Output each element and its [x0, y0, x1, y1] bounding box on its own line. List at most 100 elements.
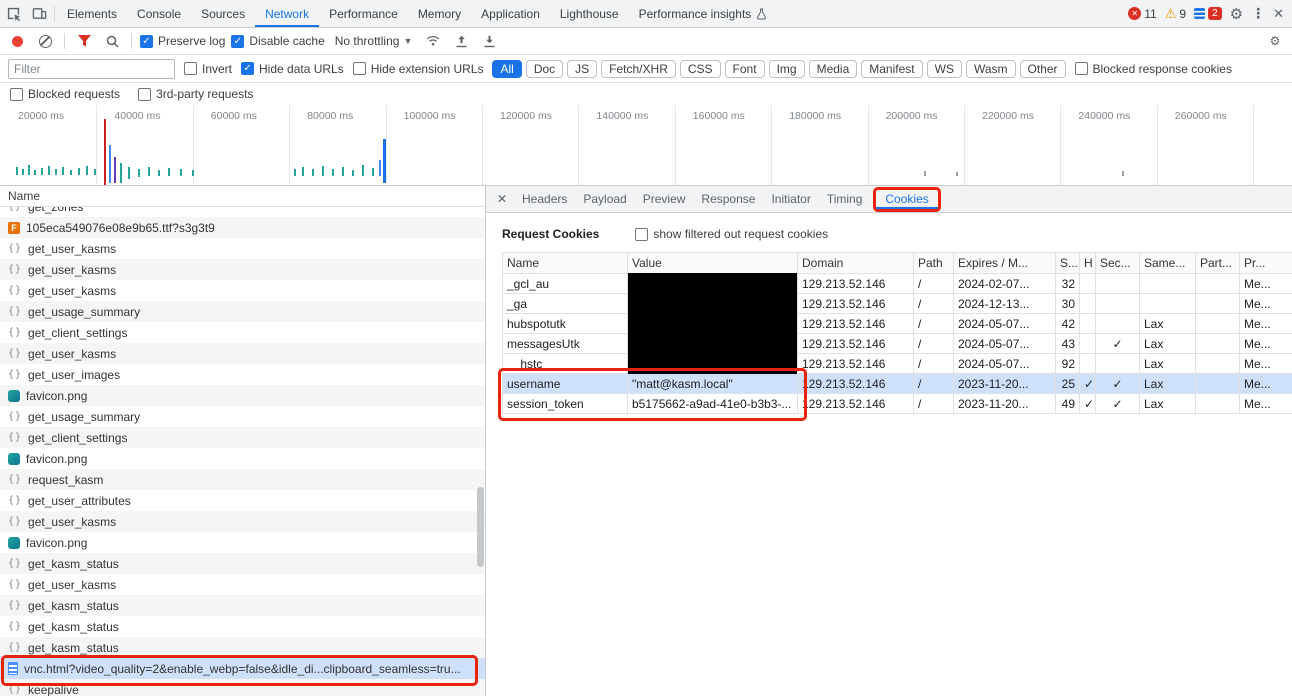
request-row[interactable]: F 105eca549076e08e9b65.ttf?s3g3t9: [0, 217, 485, 238]
hide-data-urls-checkbox[interactable]: Hide data URLs: [241, 62, 344, 76]
cookie-row[interactable]: hubspotutk 129.213.52.146/2024-05-07... 42…: [502, 313, 1292, 334]
cookie-column-header[interactable]: S...: [1055, 252, 1080, 274]
error-badge[interactable]: 11: [1128, 7, 1157, 21]
cookie-column-header[interactable]: Sec...: [1095, 252, 1140, 274]
close-devtools-icon[interactable]: ✕: [1273, 6, 1284, 22]
chip-media[interactable]: Media: [808, 59, 858, 78]
chip-font[interactable]: Font: [724, 59, 765, 78]
close-details-icon[interactable]: ✕: [490, 192, 514, 206]
request-row[interactable]: {} get_user_kasms: [0, 343, 485, 364]
network-settings-gear-icon[interactable]: ⚙: [1264, 30, 1286, 52]
request-row[interactable]: {} get_kasm_status: [0, 553, 485, 574]
clear-network-log-button[interactable]: [34, 30, 56, 52]
request-row[interactable]: {} get_usage_summary: [0, 301, 485, 322]
device-toolbar-icon[interactable]: [26, 0, 52, 27]
detail-tab-cookies[interactable]: Cookies: [876, 190, 937, 209]
blocked-response-cookies-checkbox[interactable]: Blocked response cookies: [1074, 62, 1232, 76]
request-row[interactable]: {} get_user_attributes: [0, 490, 485, 511]
cookie-column-header[interactable]: H: [1079, 252, 1096, 274]
chip-manifest[interactable]: Manifest: [861, 59, 923, 78]
show-filtered-cookies-checkbox[interactable]: show filtered out request cookies: [635, 227, 828, 241]
request-row[interactable]: {} get_usage_summary: [0, 406, 485, 427]
detail-tab-headers[interactable]: Headers: [514, 187, 575, 212]
cookie-column-header[interactable]: Part...: [1195, 252, 1240, 274]
cookie-row[interactable]: _gcl_au 129.213.52.146/2024-02-07... 32 Me.…: [502, 273, 1292, 294]
request-row[interactable]: {} get_client_settings: [0, 427, 485, 448]
tab-performance-insights[interactable]: Performance insights: [629, 1, 778, 27]
chip-wasm[interactable]: Wasm: [965, 59, 1016, 78]
tab-performance[interactable]: Performance: [319, 1, 408, 27]
request-row[interactable]: {} get_kasm_status: [0, 616, 485, 637]
settings-gear-icon[interactable]: ⚙: [1230, 5, 1243, 23]
request-row[interactable]: vnc.html?video_quality=2&enable_webp=fal…: [0, 658, 485, 679]
cookie-row[interactable]: _ga 129.213.52.146/2024-12-13... 30 Me...: [502, 293, 1292, 314]
detail-tab-preview[interactable]: Preview: [635, 187, 694, 212]
request-row[interactable]: favicon.png: [0, 385, 485, 406]
disable-cache-checkbox[interactable]: Disable cache: [231, 34, 325, 48]
request-row[interactable]: {} get_user_kasms: [0, 574, 485, 595]
chip-ws[interactable]: WS: [926, 59, 962, 78]
name-column-header[interactable]: Name: [0, 186, 485, 207]
chip-img[interactable]: Img: [768, 59, 805, 78]
cookie-column-header[interactable]: Pr...: [1239, 252, 1292, 274]
tab-lighthouse[interactable]: Lighthouse: [550, 1, 629, 27]
cookie-column-header[interactable]: Same...: [1139, 252, 1196, 274]
third-party-requests-checkbox[interactable]: 3rd-party requests: [138, 87, 253, 101]
request-row[interactable]: {} get_kasm_status: [0, 595, 485, 616]
filter-toggle-button[interactable]: [73, 30, 95, 52]
network-conditions-button[interactable]: [422, 30, 444, 52]
throttling-dropdown[interactable]: No throttling ▼: [331, 34, 417, 48]
detail-tab-response[interactable]: Response: [693, 187, 763, 212]
cookie-row[interactable]: session_token b5175662-a9ad-41e0-b3b3-...…: [502, 393, 1292, 414]
request-row[interactable]: favicon.png: [0, 448, 485, 469]
invert-checkbox[interactable]: Invert: [184, 62, 232, 76]
chip-doc[interactable]: Doc: [525, 59, 564, 78]
timeline-overview[interactable]: 20000 ms 40000 ms 60000 ms 80000 ms 100000 m…: [0, 105, 1292, 186]
request-row[interactable]: {} request_kasm: [0, 469, 485, 490]
request-row[interactable]: {} get_user_kasms: [0, 511, 485, 532]
request-row[interactable]: {} get_user_kasms: [0, 238, 485, 259]
request-row[interactable]: {} get_client_settings: [0, 322, 485, 343]
cookie-row[interactable]: __hstc 129.213.52.146/2024-05-07... 92 Lax M…: [502, 353, 1292, 374]
request-row[interactable]: {} keepalive: [0, 679, 485, 696]
filter-input[interactable]: [8, 58, 175, 79]
cookie-column-header[interactable]: Path: [913, 252, 954, 274]
tab-application[interactable]: Application: [471, 1, 550, 27]
tab-elements[interactable]: Elements: [57, 1, 127, 27]
request-row[interactable]: favicon.png: [0, 532, 485, 553]
chip-all[interactable]: All: [492, 59, 522, 78]
chip-other[interactable]: Other: [1019, 59, 1066, 78]
chip-css[interactable]: CSS: [679, 59, 721, 78]
preserve-log-checkbox[interactable]: Preserve log: [140, 34, 225, 48]
hide-extension-urls-checkbox[interactable]: Hide extension URLs: [352, 62, 483, 76]
detail-tab-payload[interactable]: Payload: [575, 187, 634, 212]
kebab-menu-icon[interactable]: ⋮: [1251, 5, 1265, 22]
request-row[interactable]: {} get_user_kasms: [0, 280, 485, 301]
scrollbar-thumb[interactable]: [477, 487, 484, 567]
cookie-row[interactable]: messagesUtk 129.213.52.146/2024-05-07... 4…: [502, 333, 1292, 354]
import-har-button[interactable]: [478, 30, 500, 52]
cookie-column-header[interactable]: Domain: [797, 252, 914, 274]
cookie-column-header[interactable]: Value: [627, 252, 798, 274]
request-row[interactable]: {} get_kasm_status: [0, 637, 485, 658]
issues-badge[interactable]: 2: [1194, 7, 1222, 20]
blocked-requests-checkbox[interactable]: Blocked requests: [10, 87, 120, 101]
request-row[interactable]: {} get_user_kasms: [0, 259, 485, 280]
request-row[interactable]: {} get_zones: [0, 207, 485, 217]
export-har-button[interactable]: [450, 30, 472, 52]
detail-tab-timing[interactable]: Timing: [819, 187, 871, 212]
cookie-column-header[interactable]: Expires / M...: [953, 252, 1056, 274]
search-button[interactable]: [101, 30, 123, 52]
chip-fetch-xhr[interactable]: Fetch/XHR: [601, 59, 676, 78]
inspect-element-icon[interactable]: [0, 0, 26, 27]
warning-badge[interactable]: ⚠ 9: [1165, 7, 1186, 21]
tab-console[interactable]: Console: [127, 1, 191, 27]
cookie-column-header[interactable]: Name: [502, 252, 628, 274]
chip-js[interactable]: JS: [567, 59, 598, 78]
record-network-log-button[interactable]: [6, 30, 28, 52]
tab-network[interactable]: Network: [255, 1, 319, 27]
request-row[interactable]: {} get_user_images: [0, 364, 485, 385]
tab-memory[interactable]: Memory: [408, 1, 471, 27]
detail-tab-initiator[interactable]: Initiator: [763, 187, 818, 212]
cookie-row[interactable]: username "matt@kasm.local" 129.213.52.146/…: [502, 373, 1292, 394]
